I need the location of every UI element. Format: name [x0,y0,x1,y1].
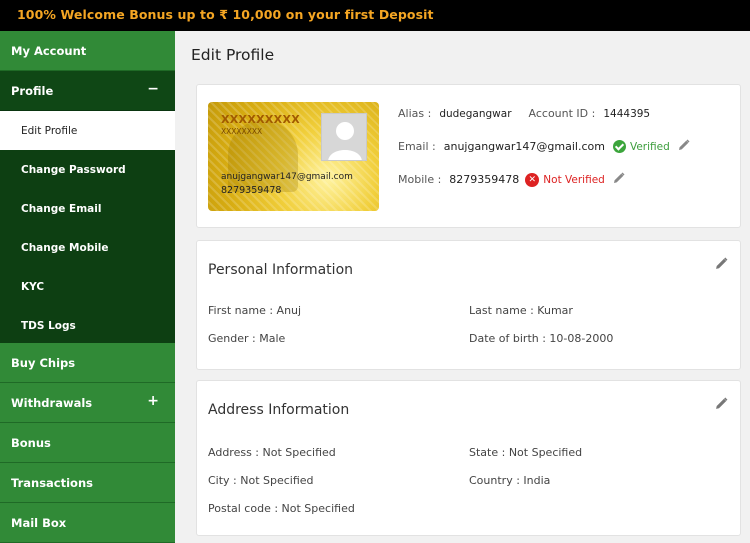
email-row: Email : anujgangwar147@gmail.com Verifie… [398,139,690,154]
sidebar-subitem-label: Change Password [21,163,126,176]
alias-row: Alias : dudegangwar Account ID : 1444395 [398,107,650,120]
gold-membership-card: XXXXXXXXX XXXXXXXX anujgangwar147@gmail.… [208,102,379,211]
account-id-value: 1444395 [603,107,651,120]
sidebar-item-label: Transactions [11,475,93,490]
pencil-icon[interactable] [715,255,728,274]
check-circle-icon [612,140,626,153]
x-circle-icon: ✕ [525,172,540,187]
address-field: Address : Not Specified [208,446,336,459]
last-name-field: Last name : Kumar [469,304,573,317]
mobile-status-badge: Not Verified [543,173,605,186]
gender-field: Gender : Male [208,332,286,345]
postal-code-field: Postal code : Not Specified [208,502,355,515]
sidebar-item-withdrawals[interactable]: Withdrawals + [0,383,175,423]
sidebar: My Account Profile − Edit Profile Change… [0,31,175,543]
sidebar-subitem-change-mobile[interactable]: Change Mobile [0,228,175,267]
sidebar-subitem-tds-logs[interactable]: TDS Logs [0,306,175,345]
sidebar-subitem-label: Change Mobile [21,241,109,254]
personal-info-title: Personal Information [208,262,354,278]
address-information-card: Address Information Address : Not Specif… [196,380,741,536]
sidebar-item-label: Bonus [11,435,51,450]
promo-banner: 100% Welcome Bonus up to ₹ 10,000 on you… [0,0,750,31]
profile-summary-card: XXXXXXXXX XXXXXXXX anujgangwar147@gmail.… [196,84,741,228]
sidebar-item-label: My Account [11,43,87,58]
collapse-icon[interactable]: − [147,81,159,97]
sidebar-item-bonus[interactable]: Bonus [0,423,175,463]
sidebar-subitem-label: KYC [21,280,45,293]
address-info-title: Address Information [208,402,350,418]
email-status-badge: Verified [629,140,670,153]
user-avatar-icon[interactable] [321,113,367,161]
account-id-label: Account ID : [528,107,596,120]
sidebar-subitem-change-password[interactable]: Change Password [0,150,175,189]
sidebar-subitem-label: Change Email [21,202,102,215]
expand-icon[interactable]: + [147,393,159,409]
sidebar-item-label: Withdrawals [11,395,93,410]
promo-banner-text: 100% Welcome Bonus up to ₹ 10,000 on you… [17,7,434,22]
pencil-icon[interactable] [613,172,625,187]
sidebar-item-transactions[interactable]: Transactions [0,463,175,503]
card-mobile: 8279359478 [221,185,282,196]
main-content: Edit Profile XXXXXXXXX XXXXXXXX anujgang… [175,31,750,543]
mobile-row: Mobile : 8279359478 ✕ Not Verified [398,172,625,187]
pencil-icon[interactable] [715,395,728,414]
sidebar-subitem-edit-profile[interactable]: Edit Profile [0,111,175,150]
date-of-birth-field: Date of birth : 10-08-2000 [469,332,614,345]
card-subtitle: XXXXXXXX [221,127,263,136]
sidebar-item-label: Profile [11,83,54,98]
sidebar-item-buy-chips[interactable]: Buy Chips [0,343,175,383]
sidebar-item-profile[interactable]: Profile − [0,71,175,111]
page-title: Edit Profile [191,46,275,64]
personal-information-card: Personal Information First name : Anuj L… [196,240,741,370]
country-field: Country : India [469,474,551,487]
sidebar-subitem-change-email[interactable]: Change Email [0,189,175,228]
alias-value: dudegangwar [439,107,512,120]
alias-label: Alias : [398,107,432,120]
mobile-label: Mobile : [398,173,442,186]
sidebar-subitem-kyc[interactable]: KYC [0,267,175,306]
email-label: Email : [398,140,436,153]
sidebar-item-my-account[interactable]: My Account [0,31,175,71]
email-value: anujgangwar147@gmail.com [443,140,605,153]
city-field: City : Not Specified [208,474,314,487]
card-name: XXXXXXXXX [221,113,301,126]
first-name-field: First name : Anuj [208,304,302,317]
mobile-value: 8279359478 [449,173,520,186]
sidebar-subitem-label: TDS Logs [21,319,76,332]
sidebar-item-label: Buy Chips [11,355,76,370]
sidebar-item-mail-box[interactable]: Mail Box [0,503,175,543]
sidebar-item-label: Mail Box [11,515,67,530]
sidebar-subitem-label: Edit Profile [21,124,78,137]
pencil-icon[interactable] [678,139,690,154]
state-field: State : Not Specified [469,446,583,459]
card-email: anujgangwar147@gmail.com [221,172,353,182]
